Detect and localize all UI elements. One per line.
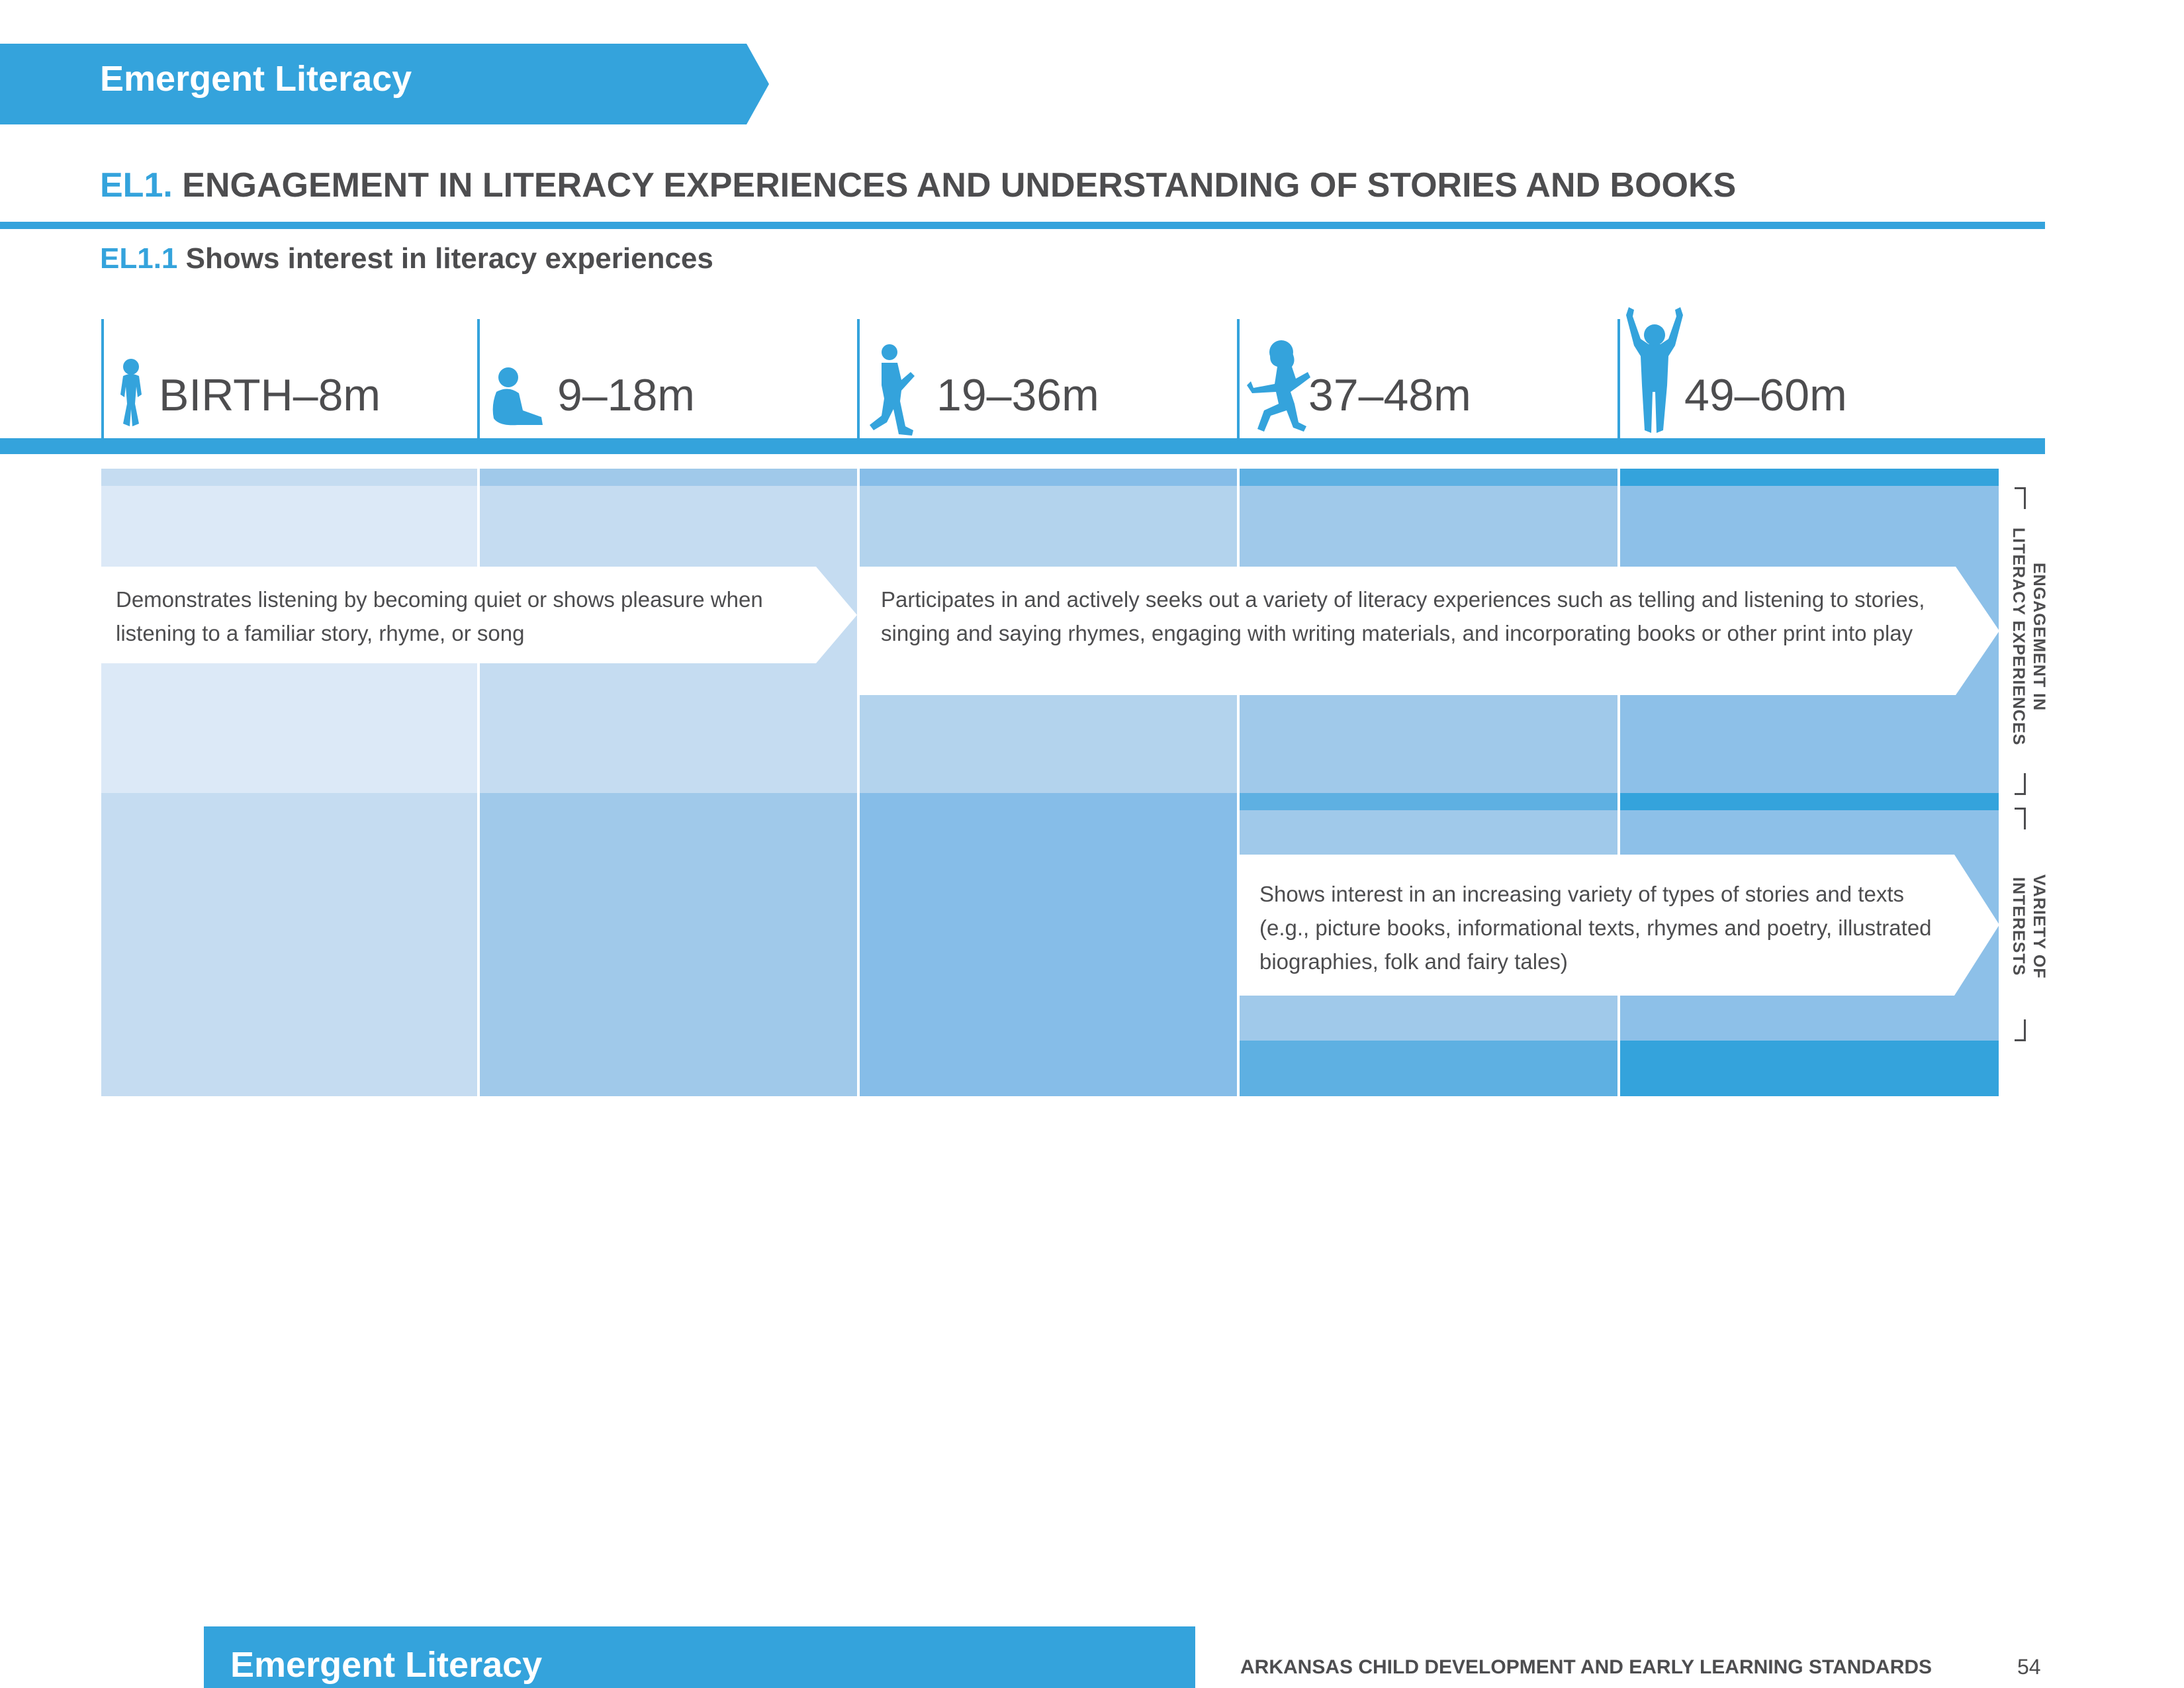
standard-title: ENGAGEMENT IN LITERACY EXPERIENCES AND U… — [182, 166, 1737, 205]
band-strip — [101, 469, 478, 486]
running-child-icon — [1247, 340, 1310, 432]
band-strip — [1619, 793, 1999, 810]
age-tick — [101, 319, 104, 438]
age-label-19-36m: 19–36m — [936, 370, 1099, 420]
section-title: Emergent Literacy — [100, 59, 412, 99]
band-strip — [478, 469, 858, 486]
row-label-line: INTERESTS — [2009, 877, 2028, 976]
column-divider — [857, 469, 860, 1096]
band-strip — [1238, 1041, 1619, 1096]
age-label-birth-8m: BIRTH–8m — [159, 370, 381, 420]
band-strip — [1238, 793, 1619, 810]
row-label-line: LITERACY EXPERIENCES — [2009, 528, 2028, 746]
row-label-variety: VARIETY OF INTERESTS — [2008, 867, 2049, 986]
row-bracket — [2015, 1019, 2026, 1041]
timeline-bar — [0, 438, 2045, 454]
row-bracket — [2015, 773, 2026, 795]
indicator-code: EL1.1 — [100, 242, 178, 275]
indicator-title: Shows interest in literacy experiences — [185, 242, 713, 275]
descriptor-variety: Shows interest in an increasing variety … — [1240, 855, 1999, 996]
row-label-engagement: ENGAGEMENT IN LITERACY EXPERIENCES — [2008, 518, 2049, 756]
column-divider — [1237, 469, 1240, 1096]
row-label-line: ENGAGEMENT IN — [2030, 562, 2048, 712]
footer-section-title: Emergent Literacy — [230, 1645, 543, 1685]
standard-code: EL1. — [100, 166, 173, 205]
column-divider — [477, 469, 480, 1096]
walking-toddler-icon — [870, 344, 915, 436]
band-strip — [1238, 469, 1619, 486]
row2-cell-9-18m — [478, 793, 858, 1096]
age-label-49-60m: 49–60m — [1684, 370, 1847, 420]
page-number: 54 — [2017, 1655, 2041, 1679]
band-strip — [858, 469, 1238, 486]
descriptor-participates: Participates in and actively seeks out a… — [860, 567, 1999, 695]
row-bracket — [2015, 808, 2026, 829]
infant-icon — [120, 359, 142, 426]
descriptor-listening: Demonstrates listening by becoming quiet… — [101, 567, 857, 663]
footer-document-title: ARKANSAS CHILD DEVELOPMENT AND EARLY LEA… — [1240, 1656, 1933, 1678]
heading-rule — [0, 222, 2045, 229]
row2-cell-19-36m — [858, 793, 1238, 1096]
age-tick — [1617, 319, 1620, 438]
cheering-child-icon — [1626, 307, 1683, 433]
row-bracket — [2015, 487, 2026, 509]
age-label-9-18m: 9–18m — [557, 370, 695, 420]
row-label-line: VARIETY OF — [2030, 874, 2048, 979]
age-label-37-48m: 37–48m — [1308, 370, 1471, 420]
standard-heading: EL1. ENGAGEMENT IN LITERACY EXPERIENCES … — [100, 165, 1736, 205]
band-strip — [1619, 469, 1999, 486]
sitting-baby-icon — [492, 367, 543, 426]
row2-cell-birth-8m — [101, 793, 478, 1096]
age-tick — [857, 319, 860, 438]
indicator-heading: EL1.1 Shows interest in literacy experie… — [100, 242, 713, 275]
band-strip — [1619, 1041, 1999, 1096]
age-tick — [477, 319, 480, 438]
age-tick — [1237, 319, 1240, 438]
column-divider — [1617, 469, 1620, 1096]
